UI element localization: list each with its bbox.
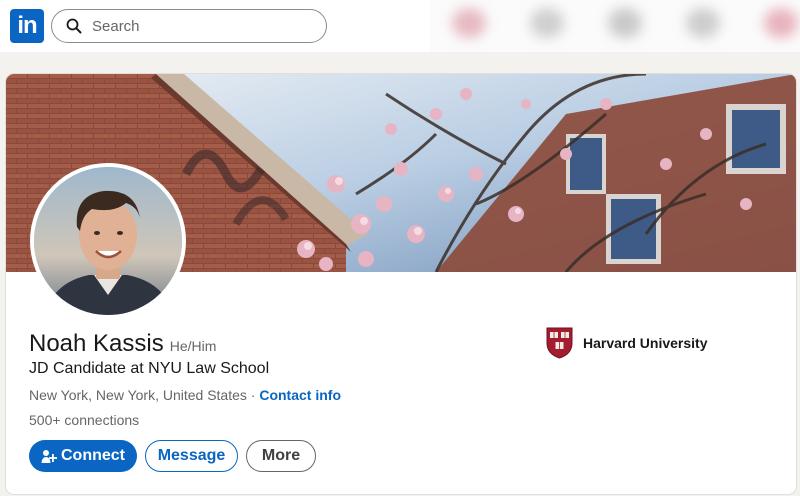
location-row: New York, New York, United States · Cont… <box>29 387 341 403</box>
contact-info-link[interactable]: Contact info <box>259 387 341 403</box>
connect-label: Connect <box>61 447 125 464</box>
message-label: Message <box>157 447 226 464</box>
search-icon <box>66 18 82 34</box>
person-add-icon <box>41 450 57 463</box>
profile-card: Noah Kassis He/Him JD Candidate at NYU L… <box>6 74 796 494</box>
blurred-nav-icon <box>686 8 720 38</box>
education-school-name: Harvard University <box>583 335 708 351</box>
linkedin-logo[interactable]: in <box>10 9 44 43</box>
search-input[interactable] <box>92 10 312 42</box>
more-button[interactable]: More <box>246 440 316 472</box>
connect-button[interactable]: Connect <box>29 440 137 472</box>
pronouns: He/Him <box>169 338 217 354</box>
message-button[interactable]: Message <box>145 440 238 472</box>
more-label: More <box>261 447 301 464</box>
education-item[interactable]: Harvard University <box>546 326 708 360</box>
profile-name: Noah Kassis <box>29 330 164 357</box>
connections-count: 500+ connections <box>29 412 140 428</box>
blurred-nav-icon <box>608 8 642 38</box>
nav-items-blurred <box>430 0 800 52</box>
profile-photo[interactable] <box>30 163 186 319</box>
blurred-nav-icon <box>452 8 486 38</box>
top-nav-bar: in <box>0 0 800 52</box>
name-row: Noah Kassis He/Him <box>29 330 216 360</box>
blurred-nav-icon <box>764 8 798 38</box>
blurred-nav-icon <box>530 8 564 38</box>
profile-headline: JD Candidate at NYU Law School <box>29 360 270 377</box>
harvard-shield-icon <box>546 327 573 359</box>
search-bar[interactable] <box>51 9 327 43</box>
location-text: New York, New York, United States · <box>29 387 260 403</box>
